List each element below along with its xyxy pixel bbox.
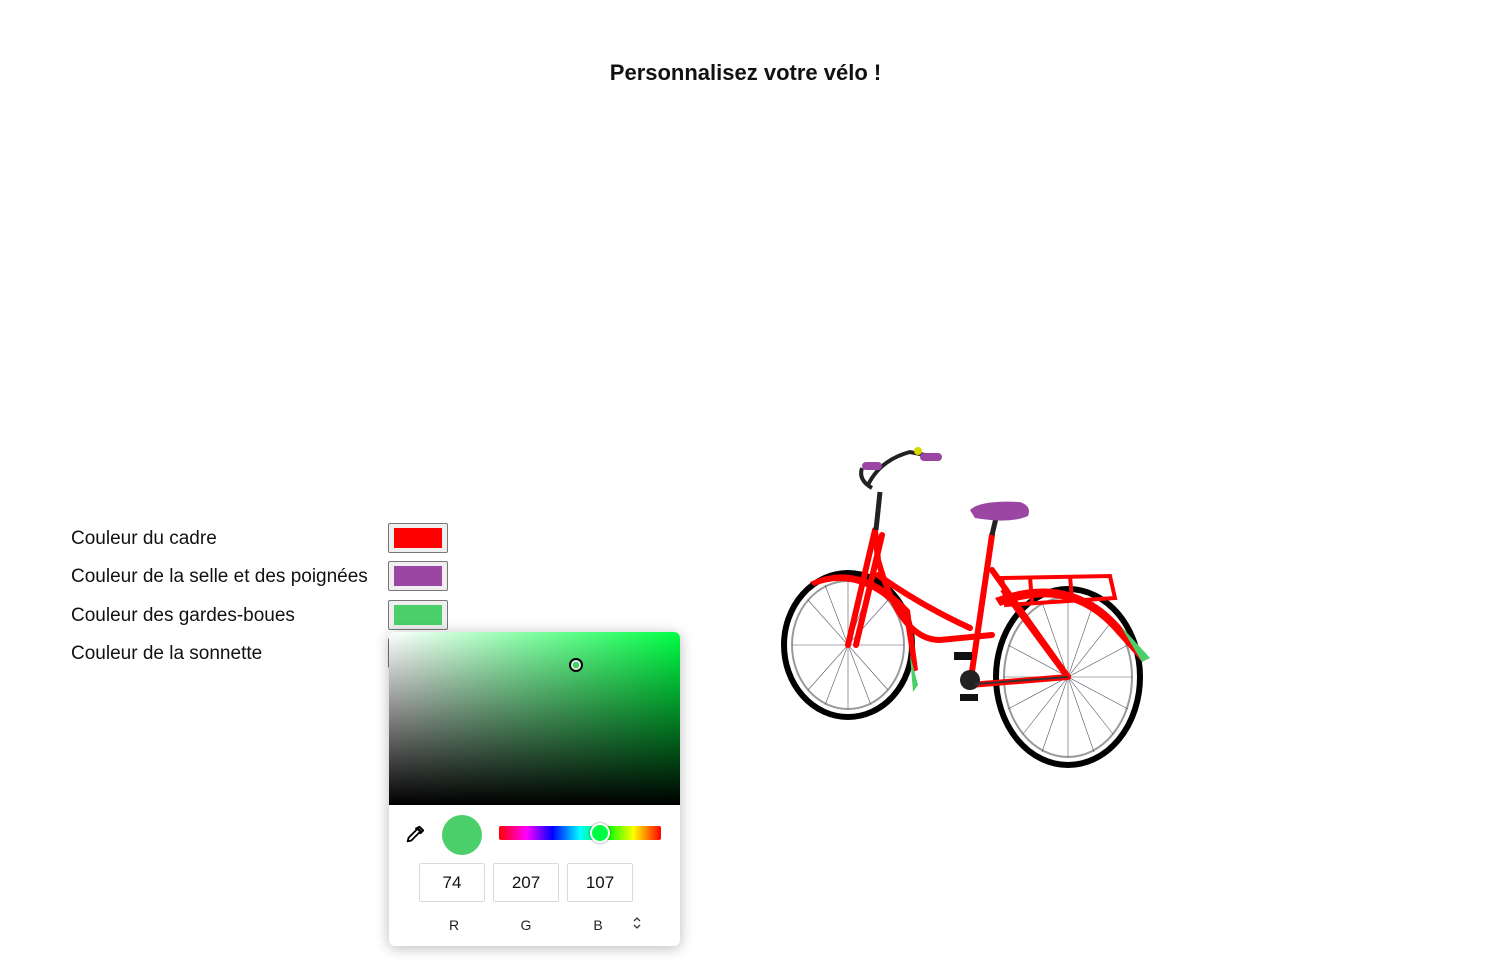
green-value-input[interactable]: 207	[493, 863, 559, 902]
frame-color-input[interactable]	[388, 523, 448, 553]
frame-color-label: Couleur du cadre	[71, 528, 217, 549]
saturation-value-area[interactable]	[389, 632, 680, 805]
bell-color-label: Couleur de la sonnette	[71, 643, 263, 664]
bike-preview-image	[781, 447, 1150, 768]
green-label: G	[520, 917, 532, 933]
page-title: Personnalisez votre vélo !	[609, 60, 882, 85]
color-picker-popup: 74 207 107 R G B	[389, 632, 680, 946]
mudguard-color-label: Couleur des gardes-boues	[71, 605, 295, 626]
saddle-color-input[interactable]	[388, 561, 448, 591]
handlebar	[859, 447, 942, 531]
hue-slider[interactable]	[499, 826, 661, 840]
red-value-input[interactable]: 74	[419, 863, 485, 902]
red-label: R	[448, 917, 460, 933]
blue-value-input[interactable]: 107	[567, 863, 633, 902]
hue-slider-handle[interactable]	[590, 823, 610, 843]
mudguard-color-swatch	[394, 605, 442, 625]
mudguard-color-input[interactable]	[388, 600, 448, 630]
saddle-color-swatch	[394, 566, 442, 586]
saddle-color-label: Couleur de la selle et des poignées	[71, 566, 368, 587]
updown-chevron-icon[interactable]	[631, 915, 643, 931]
frame-color-swatch	[394, 528, 442, 548]
blue-label: B	[593, 917, 603, 933]
color-preview	[442, 815, 482, 855]
saddle	[970, 501, 1029, 536]
eyedropper-icon[interactable]	[404, 824, 426, 846]
saturation-value-handle[interactable]	[569, 658, 583, 672]
